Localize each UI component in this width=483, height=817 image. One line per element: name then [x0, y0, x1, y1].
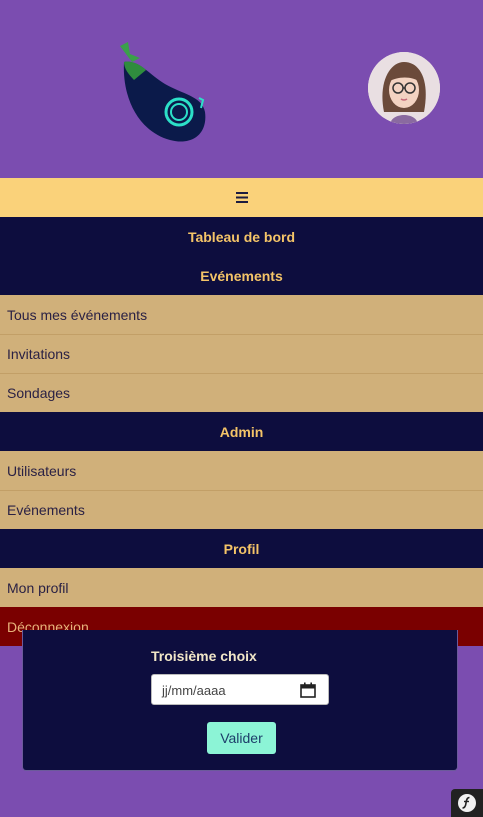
nav-item-invitations[interactable]: Invitations: [0, 334, 483, 373]
hamburger-icon: [235, 192, 248, 203]
nav-item-admin-events[interactable]: Evénements: [0, 490, 483, 529]
nav-section-events[interactable]: Evénements: [0, 256, 483, 295]
nav-menu: Tableau de bord Evénements Tous mes évén…: [0, 217, 483, 646]
third-choice-label: Troisième choix: [151, 648, 257, 664]
nav-section-admin[interactable]: Admin: [0, 412, 483, 451]
calendar-icon[interactable]: [300, 682, 316, 703]
header: [0, 0, 483, 178]
user-avatar[interactable]: [368, 52, 440, 124]
submit-button[interactable]: Valider: [207, 722, 276, 754]
menu-toggle-button[interactable]: [0, 178, 483, 217]
nav-section-profile[interactable]: Profil: [0, 529, 483, 568]
event-form-card: Troisième choix jj/mm/aaaa Valider: [22, 630, 458, 771]
nav-item-surveys[interactable]: Sondages: [0, 373, 483, 412]
nav-item-users[interactable]: Utilisateurs: [0, 451, 483, 490]
third-choice-date-input[interactable]: jj/mm/aaaa: [151, 674, 329, 705]
nav-item-my-profile[interactable]: Mon profil: [0, 568, 483, 607]
symfony-icon[interactable]: [451, 789, 483, 817]
date-placeholder: jj/mm/aaaa: [162, 683, 226, 698]
nav-section-dashboard[interactable]: Tableau de bord: [0, 217, 483, 256]
eggplant-logo-icon[interactable]: [110, 40, 215, 150]
nav-item-all-events[interactable]: Tous mes événements: [0, 295, 483, 334]
